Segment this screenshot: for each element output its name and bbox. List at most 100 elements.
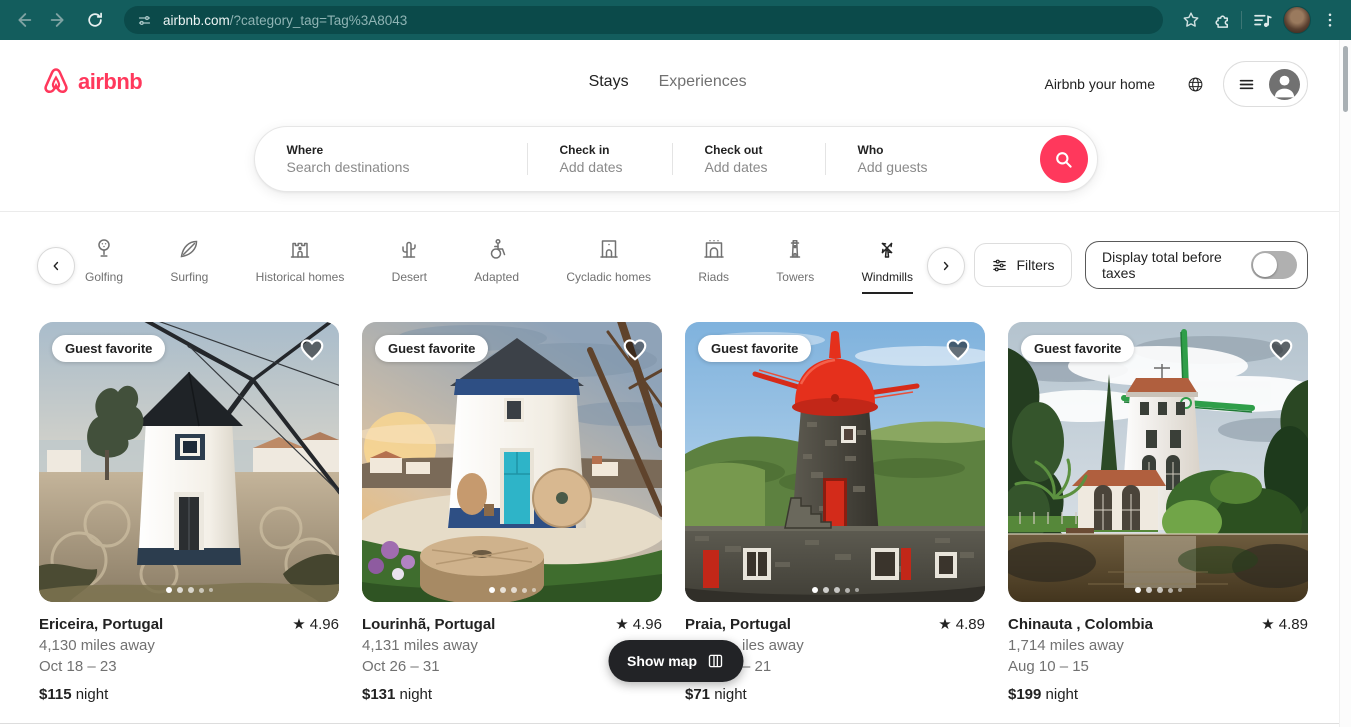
guest-favorite-badge: Guest favorite <box>375 335 488 362</box>
windmill-icon <box>875 237 899 261</box>
search-bar: Where Search destinations Check in Add d… <box>254 126 1098 192</box>
checkout-value: Add dates <box>705 159 825 175</box>
chrome-menu-icon[interactable] <box>1321 11 1339 29</box>
category-windmills[interactable]: Windmills <box>862 237 913 294</box>
user-menu-button[interactable] <box>1223 61 1308 107</box>
golf-ball-icon <box>92 237 116 261</box>
show-map-button[interactable]: Show map <box>608 640 743 682</box>
listing-price-unit: night <box>72 686 109 703</box>
photo-pagination-dots <box>685 587 985 593</box>
media-controls-icon[interactable] <box>1252 10 1273 31</box>
wishlist-heart-icon[interactable] <box>1267 335 1295 363</box>
map-icon <box>706 652 724 670</box>
search-checkin[interactable]: Check in Add dates <box>528 127 672 191</box>
wheelchair-icon <box>485 237 509 261</box>
tab-stays[interactable]: Stays <box>589 73 629 91</box>
surfboard-icon <box>177 237 201 261</box>
show-map-label: Show map <box>627 653 697 669</box>
windmill-photo-illustration <box>362 322 662 602</box>
categories-scroll-right-button[interactable] <box>927 247 965 285</box>
listing-price-unit: night <box>1041 686 1078 703</box>
listing-price-unit: night <box>395 686 432 703</box>
forward-icon[interactable] <box>42 3 76 37</box>
who-label: Who <box>858 143 1040 157</box>
listing-price: $199 <box>1008 686 1041 703</box>
checkout-label: Check out <box>705 143 825 157</box>
listing-price: $115 <box>39 686 72 703</box>
listing-info[interactable]: Ericeira, Portugal★ 4.96 4,130 miles awa… <box>39 614 339 705</box>
tab-experiences[interactable]: Experiences <box>659 73 747 91</box>
listing-photo[interactable]: Guest favorite <box>362 322 662 602</box>
filters-button[interactable]: Filters <box>974 243 1072 287</box>
search-button[interactable] <box>1040 135 1088 183</box>
search-who[interactable]: Who Add guests <box>826 127 1040 191</box>
categories-scroll-left-button[interactable] <box>37 247 75 285</box>
listing-location: Lourinhã, Portugal <box>362 614 495 635</box>
castle-icon <box>288 237 312 261</box>
listing-price: $131 <box>362 686 395 703</box>
url-host: airbnb.com <box>163 13 230 28</box>
chevron-left-icon <box>49 259 63 273</box>
search-where[interactable]: Where Search destinations <box>255 127 527 191</box>
where-placeholder: Search destinations <box>287 159 527 175</box>
search-checkout[interactable]: Check out Add dates <box>673 127 825 191</box>
site-header: airbnb Stays Experiences Airbnb your hom… <box>0 40 1351 212</box>
extensions-icon[interactable] <box>1211 10 1231 30</box>
category-historical-homes[interactable]: Historical homes <box>256 237 345 294</box>
browser-profile-avatar[interactable] <box>1283 6 1311 34</box>
category-surfing[interactable]: Surfing <box>170 237 208 294</box>
listing-dates: Aug 10 – 15 <box>1008 656 1308 677</box>
url-bar[interactable]: airbnb.com/?category_tag=Tag%3A8043 <box>124 6 1163 34</box>
windmill-photo-illustration <box>39 322 339 602</box>
wishlist-heart-icon[interactable] <box>298 335 326 363</box>
listing-photo[interactable]: Guest favorite <box>685 322 985 602</box>
listing-info[interactable]: Chinauta , Colombia★ 4.89 1,714 miles aw… <box>1008 614 1308 705</box>
tower-icon <box>783 237 807 261</box>
wishlist-heart-icon[interactable] <box>621 335 649 363</box>
page-scrollbar[interactable] <box>1339 40 1351 727</box>
category-golfing[interactable]: Golfing <box>85 237 123 294</box>
photo-pagination-dots <box>39 587 339 593</box>
checkin-value: Add dates <box>560 159 672 175</box>
category-desert[interactable]: Desert <box>392 237 427 294</box>
who-value: Add guests <box>858 159 1040 175</box>
url-text: airbnb.com/?category_tag=Tag%3A8043 <box>163 13 407 28</box>
search-icon <box>1054 150 1073 169</box>
wishlist-heart-icon[interactable] <box>944 335 972 363</box>
airbnb-your-home-link[interactable]: Airbnb your home <box>1032 66 1167 102</box>
toolbar-divider <box>1241 11 1242 29</box>
checkin-label: Check in <box>560 143 672 157</box>
language-globe-button[interactable] <box>1175 64 1215 104</box>
scrollbar-thumb[interactable] <box>1343 46 1348 112</box>
airbnb-belo-icon <box>40 66 72 98</box>
airbnb-page: airbnb Stays Experiences Airbnb your hom… <box>0 40 1351 727</box>
filters-label: Filters <box>1016 257 1054 273</box>
guest-favorite-badge: Guest favorite <box>52 335 165 362</box>
where-label: Where <box>287 143 527 157</box>
browser-toolbar: airbnb.com/?category_tag=Tag%3A8043 <box>0 0 1351 40</box>
category-adapted[interactable]: Adapted <box>474 237 519 294</box>
category-cycladic-homes[interactable]: Cycladic homes <box>566 237 651 294</box>
windmill-photo-illustration <box>1008 322 1308 602</box>
main-nav: Stays Experiences <box>589 73 747 91</box>
reload-icon[interactable] <box>78 3 112 37</box>
category-riads[interactable]: Riads <box>698 237 729 294</box>
listing-card: Guest favorite Chinauta , Colombia★ 4.89… <box>1008 322 1308 705</box>
toggle-knob <box>1253 253 1277 277</box>
back-icon[interactable] <box>6 3 40 37</box>
listing-location: Praia, Portugal <box>685 614 791 635</box>
listing-price: $71 <box>685 686 710 703</box>
listing-rating: ★ 4.96 <box>615 614 662 635</box>
chevron-right-icon <box>939 259 953 273</box>
footer-divider <box>0 723 1351 727</box>
listing-photo[interactable]: Guest favorite <box>1008 322 1308 602</box>
guest-favorite-badge: Guest favorite <box>1021 335 1134 362</box>
listing-photo[interactable]: Guest favorite <box>39 322 339 602</box>
listing-card: Guest favorite Ericeira, Portugal★ 4.96 … <box>39 322 339 705</box>
airbnb-logo[interactable]: airbnb <box>40 66 142 98</box>
display-total-toggle[interactable] <box>1251 251 1297 279</box>
bookmark-star-icon[interactable] <box>1181 10 1201 30</box>
category-towers[interactable]: Towers <box>776 237 814 294</box>
listing-distance: 1,714 miles away <box>1008 635 1308 656</box>
site-settings-icon[interactable] <box>136 12 153 29</box>
